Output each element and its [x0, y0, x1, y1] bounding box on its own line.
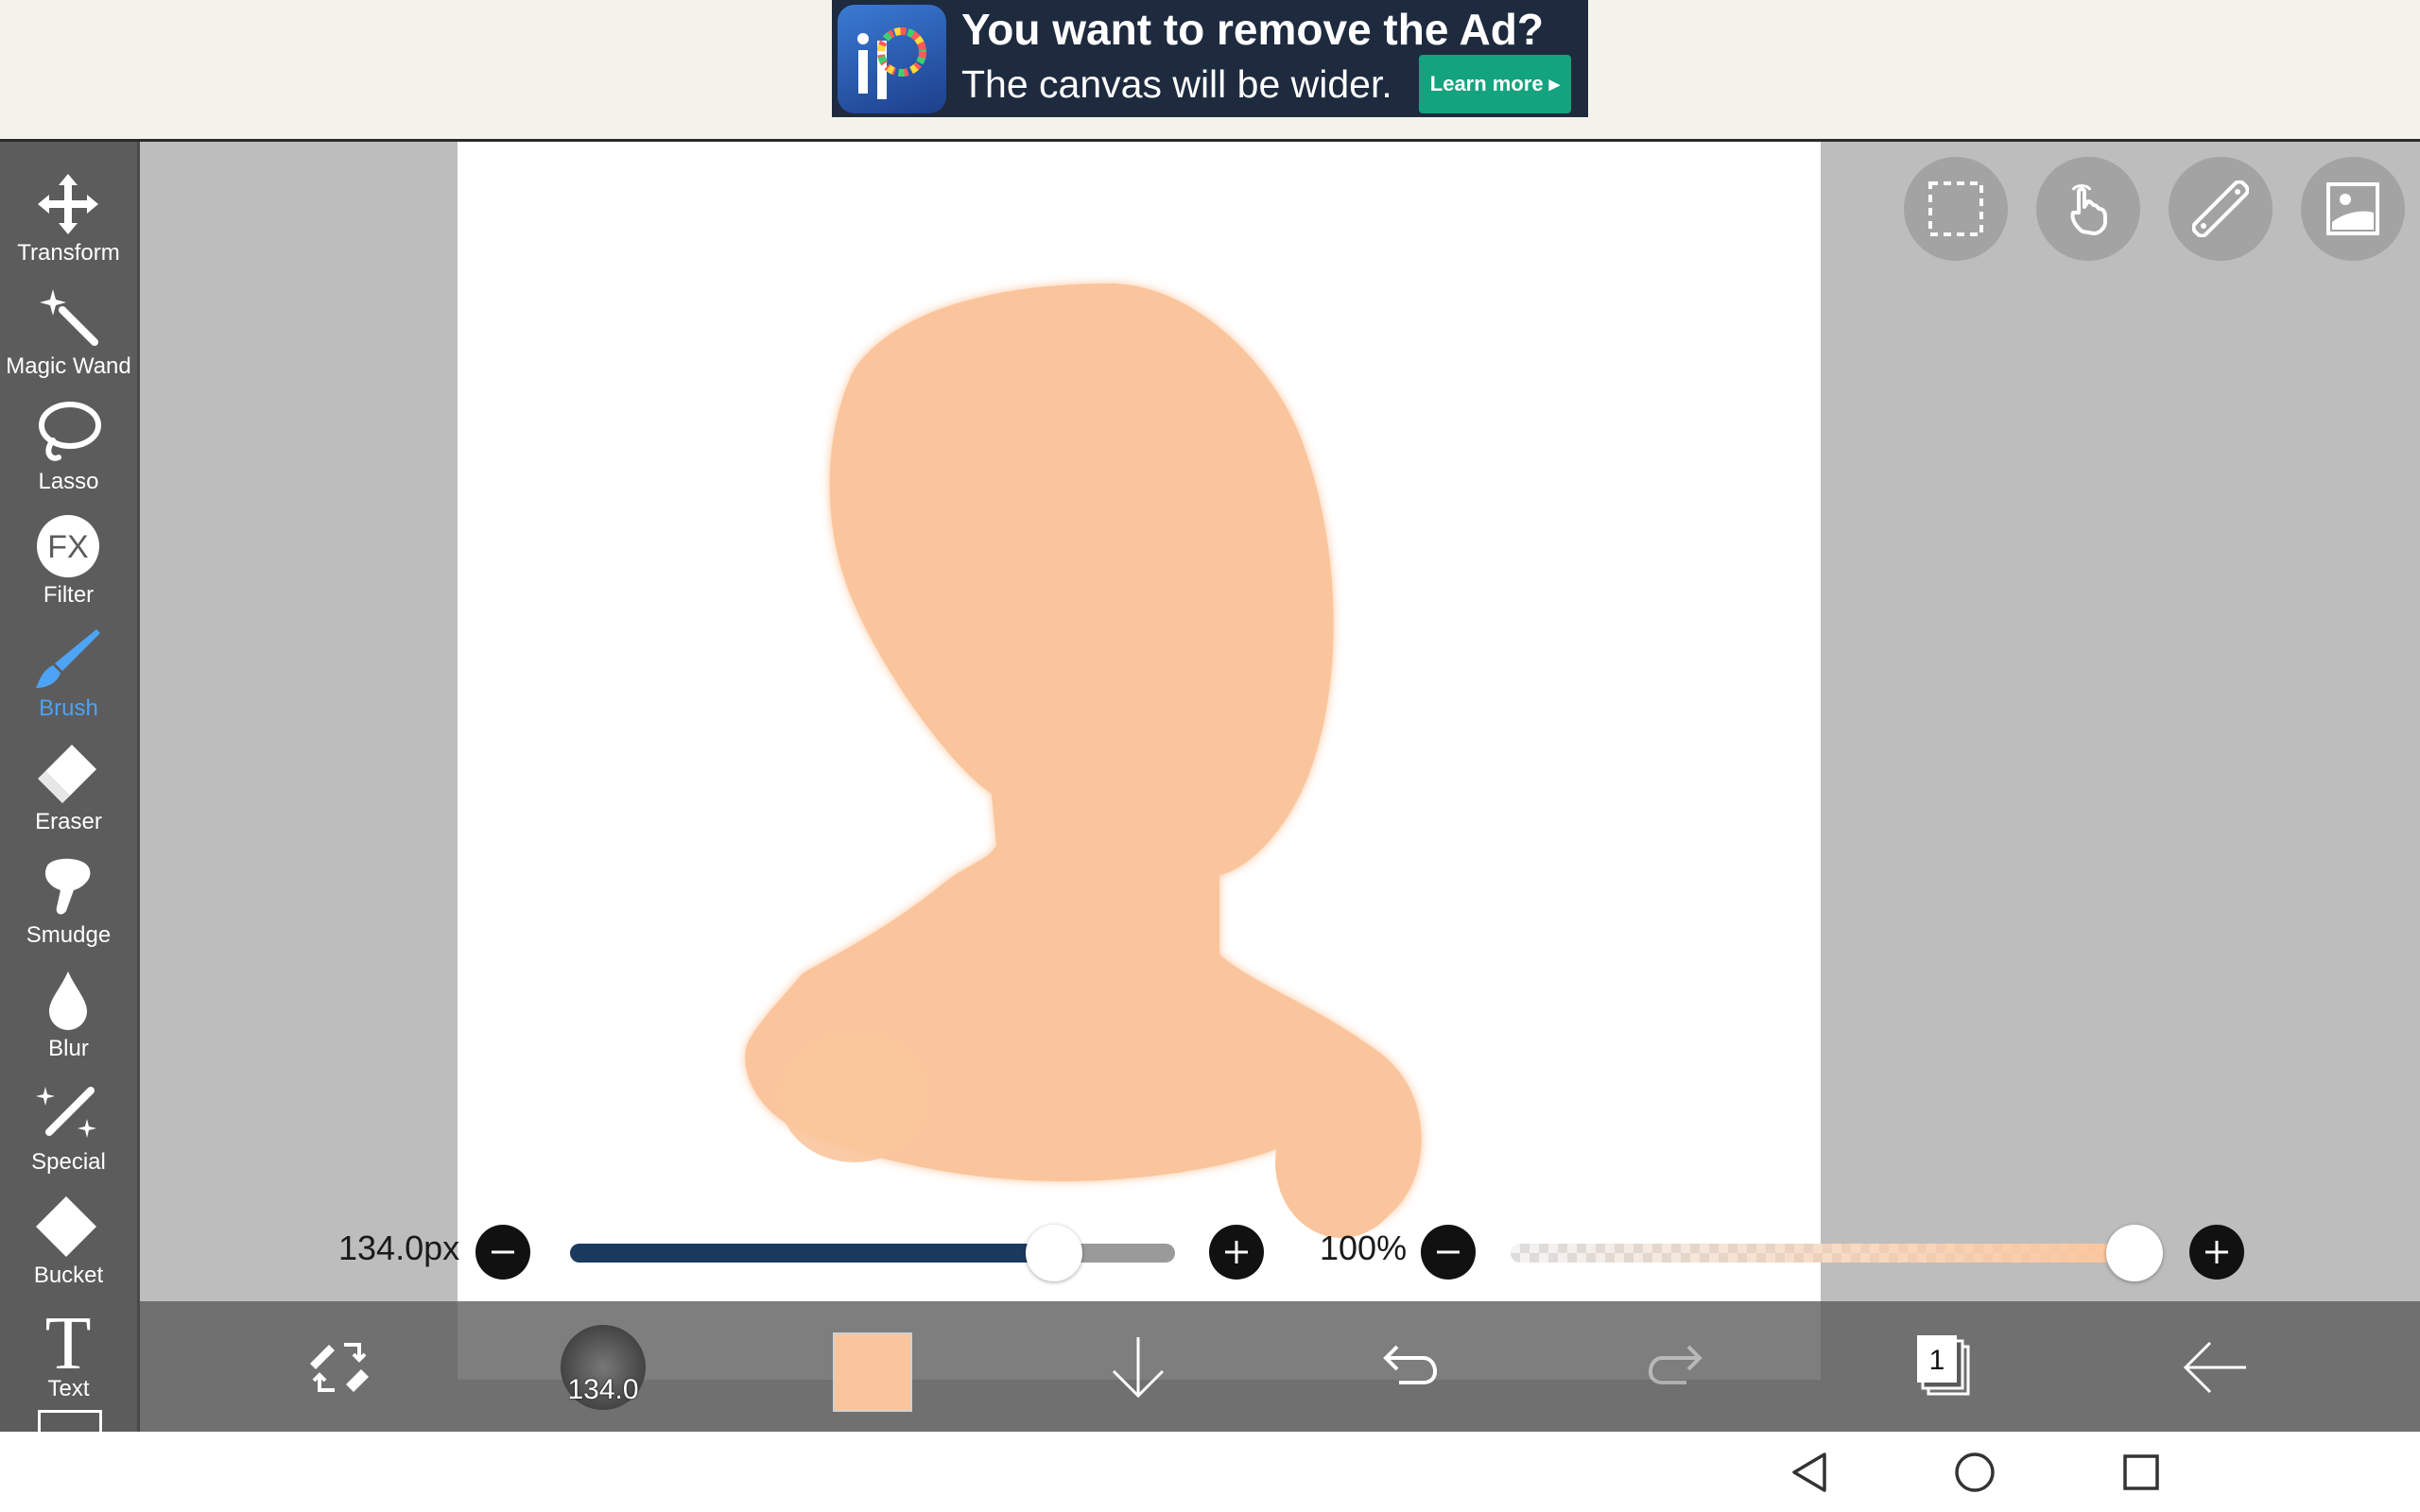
minus-icon: [1437, 1250, 1460, 1254]
svg-text:FX: FX: [47, 529, 88, 565]
system-navigation-bar: [0, 1432, 2420, 1512]
undo-icon: [1383, 1345, 1437, 1384]
brush-size-slider-thumb[interactable]: [1026, 1225, 1082, 1281]
brush-preview-size: 134.0: [567, 1374, 639, 1405]
tool-label: Text: [47, 1376, 90, 1401]
tool-text[interactable]: T Text: [0, 1297, 137, 1410]
opacity-increase-button[interactable]: [2189, 1225, 2244, 1280]
brush-size-slider[interactable]: [570, 1244, 1175, 1263]
current-color-swatch[interactable]: [833, 1332, 912, 1412]
tool-label: Brush: [39, 696, 98, 721]
layers-icon: 1: [1917, 1335, 1970, 1396]
opacity-label: 100%: [1320, 1228, 1408, 1267]
tool-label: Filter: [43, 582, 95, 608]
image-icon: [2326, 182, 2379, 235]
skin-silhouette-drawing: [745, 284, 1422, 1238]
workspace[interactable]: 134.0px 100%: [140, 142, 2420, 1432]
sparkle-brush-icon: [36, 1087, 96, 1138]
gesture-button[interactable]: [2036, 157, 2140, 261]
tool-label: Special: [31, 1149, 106, 1175]
bottom-toolbar: 134.0 1: [140, 1301, 2420, 1432]
reference-image-button[interactable]: [2301, 157, 2405, 261]
nav-recents-icon[interactable]: [2121, 1452, 2161, 1492]
undo-button[interactable]: [1371, 1330, 1446, 1405]
smudge-icon: [44, 858, 91, 915]
fx-icon: FX: [37, 515, 99, 577]
text-icon: T: [45, 1306, 92, 1374]
merge-down-button[interactable]: [1100, 1330, 1176, 1405]
ruler-button[interactable]: [2169, 157, 2273, 261]
tool-bucket[interactable]: Bucket: [0, 1183, 137, 1297]
brush-preview-button[interactable]: 134.0: [561, 1325, 646, 1410]
move-icon: [38, 174, 98, 234]
plus-icon: [2205, 1241, 2228, 1263]
layers-button[interactable]: 1: [1910, 1330, 1985, 1405]
svg-text:T: T: [45, 1306, 92, 1374]
tool-label: Eraser: [35, 809, 102, 834]
hand-gesture-icon: [2070, 184, 2107, 235]
nav-back-icon[interactable]: [1789, 1451, 1830, 1494]
brush-size-increase-button[interactable]: [1209, 1225, 1264, 1280]
nav-home-icon[interactable]: [1953, 1451, 1996, 1494]
tool-label: Bucket: [33, 1263, 104, 1288]
selection-button[interactable]: [1904, 157, 2008, 261]
ruler-icon: [2192, 180, 2249, 237]
arrow-left-icon: [2183, 1341, 2246, 1394]
drawing-canvas[interactable]: [458, 142, 1821, 1380]
bucket-icon: [36, 1196, 96, 1257]
ibis-paint-logo-icon: [838, 4, 946, 113]
swap-tool-icon: [310, 1343, 369, 1392]
plus-icon: [1225, 1241, 1248, 1263]
tool-filter[interactable]: FX Filter: [0, 503, 137, 616]
selection-icon: [1928, 181, 1983, 236]
ad-bar: You want to remove the Ad? The canvas wi…: [0, 0, 2420, 142]
brush-eraser-swap-button[interactable]: [302, 1330, 378, 1405]
ad-title: You want to remove the Ad?: [961, 5, 1544, 54]
ad-subtitle: The canvas will be wider.: [961, 62, 1392, 106]
eraser-icon: [38, 745, 96, 803]
arrow-down-icon: [1112, 1337, 1165, 1399]
droplet-icon: [49, 971, 87, 1030]
tool-label: Transform: [17, 240, 120, 266]
opacity-slider-thumb[interactable]: [2106, 1225, 2163, 1281]
redo-button[interactable]: [1639, 1330, 1715, 1405]
tool-magic-wand[interactable]: Magic Wand: [0, 274, 137, 387]
tool-brush[interactable]: Brush: [0, 616, 137, 730]
tool-special[interactable]: Special: [0, 1070, 137, 1183]
tool-label: Blur: [48, 1036, 89, 1061]
redo-icon: [1649, 1345, 1703, 1384]
tool-eraser[interactable]: Eraser: [0, 730, 137, 843]
minus-icon: [492, 1250, 514, 1254]
tool-label: Smudge: [26, 922, 112, 948]
back-button[interactable]: [2178, 1330, 2254, 1405]
brush-icon: [36, 629, 100, 688]
brush-size-decrease-button[interactable]: [475, 1225, 530, 1280]
brush-size-fill: [570, 1244, 1054, 1263]
lasso-icon: [39, 402, 101, 461]
tool-panel: Transform Magic Wand Lasso FX Filter Bru…: [0, 142, 140, 1432]
tool-smudge[interactable]: Smudge: [0, 843, 137, 956]
magic-wand-icon: [40, 289, 98, 346]
ad-banner[interactable]: You want to remove the Ad? The canvas wi…: [832, 0, 1588, 117]
tool-transform[interactable]: Transform: [0, 161, 137, 274]
brush-size-label: 134.0px: [338, 1228, 460, 1267]
tool-lasso[interactable]: Lasso: [0, 389, 137, 503]
tool-more-icon[interactable]: [38, 1410, 102, 1432]
layer-count: 1: [1929, 1345, 1945, 1376]
tool-blur[interactable]: Blur: [0, 956, 137, 1070]
opacity-slider[interactable]: [1511, 1244, 2135, 1263]
tool-label: Lasso: [38, 469, 99, 494]
opacity-decrease-button[interactable]: [1421, 1225, 1476, 1280]
learn-more-button[interactable]: Learn more ▸: [1418, 55, 1571, 113]
tool-label: Magic Wand: [6, 353, 131, 379]
